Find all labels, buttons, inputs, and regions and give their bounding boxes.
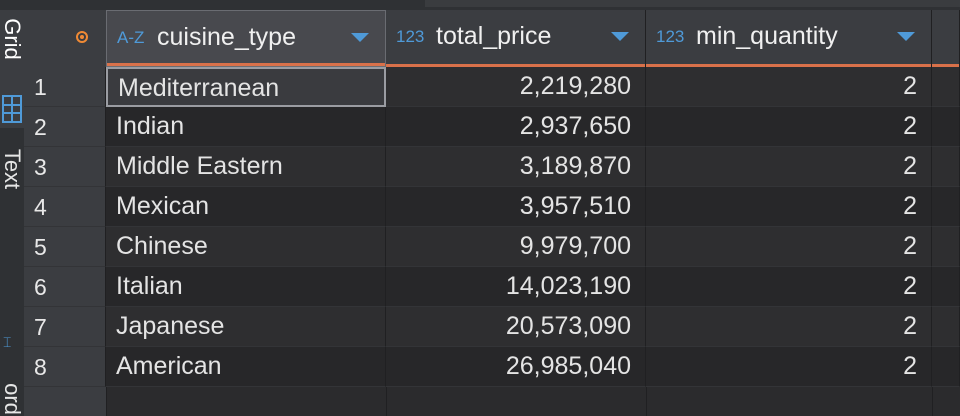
record-indicator-icon (76, 31, 88, 43)
cell-total-price[interactable]: 9,979,700 (386, 227, 646, 267)
cell-min-quantity[interactable]: 2 (646, 187, 932, 227)
row-number[interactable]: 7 (24, 307, 106, 347)
row-number[interactable]: 5 (24, 227, 106, 267)
grid-icon (2, 95, 22, 123)
cell-filler (932, 187, 960, 227)
tab-grid-label: Grid (0, 18, 25, 60)
table-row[interactable]: 8 American 26,985,040 2 (24, 347, 960, 387)
cell-filler (932, 347, 960, 387)
tab-record-label: ord (0, 383, 26, 415)
column-name: cuisine_type (157, 23, 296, 51)
cell-total-price[interactable]: 2,219,280 (386, 67, 646, 107)
cell-min-quantity[interactable]: 2 (646, 347, 932, 387)
sort-dropdown-icon[interactable] (611, 32, 629, 41)
row-number[interactable]: 3 (24, 147, 106, 187)
column-divider (932, 387, 933, 416)
column-name: total_price (436, 22, 552, 50)
empty-grid-area (24, 387, 960, 416)
cell-cuisine-type[interactable]: Italian (106, 267, 386, 307)
row-number[interactable]: 8 (24, 347, 106, 387)
row-number[interactable]: 4 (24, 187, 106, 227)
cell-total-price[interactable]: 26,985,040 (386, 347, 646, 387)
column-header-empty (932, 10, 960, 67)
cell-min-quantity[interactable]: 2 (646, 147, 932, 187)
cell-filler (932, 107, 960, 147)
cell-total-price[interactable]: 20,573,090 (386, 307, 646, 347)
sort-dropdown-icon[interactable] (351, 33, 369, 42)
table-row[interactable]: 5 Chinese 9,979,700 2 (24, 227, 960, 267)
tab-grid[interactable]: Grid (0, 10, 25, 128)
cell-filler (932, 267, 960, 307)
table-row[interactable]: 2 Indian 2,937,650 2 (24, 107, 960, 147)
column-header-total-price[interactable]: 123 total_price (386, 10, 646, 67)
cell-min-quantity[interactable]: 2 (646, 267, 932, 307)
tab-record[interactable]: ord (0, 370, 26, 416)
cell-cuisine-type[interactable]: Mexican (106, 187, 386, 227)
results-grid: A-Z cuisine_type 123 total_price 123 min… (24, 10, 960, 416)
text-type-icon: A-Z (117, 28, 145, 47)
cell-filler (932, 307, 960, 347)
cell-total-price[interactable]: 2,937,650 (386, 107, 646, 147)
column-divider (386, 387, 387, 416)
cell-cuisine-type[interactable]: Chinese (106, 227, 386, 267)
cell-cuisine-type[interactable]: Japanese (106, 307, 386, 347)
number-type-icon: 123 (656, 27, 685, 46)
column-header-min-quantity[interactable]: 123 min_quantity (646, 10, 932, 67)
tab-text[interactable]: Text ⌶ (0, 132, 26, 350)
row-number-gutter (24, 387, 107, 416)
table-row[interactable]: 1 Mediterranean 2,219,280 2 (24, 67, 960, 107)
cell-filler (932, 147, 960, 187)
column-header-cuisine-type[interactable]: A-Z cuisine_type (106, 10, 386, 67)
row-number[interactable]: 1 (24, 67, 106, 107)
grid-corner[interactable] (24, 10, 107, 68)
sort-dropdown-icon[interactable] (897, 32, 915, 41)
cell-total-price[interactable]: 3,189,870 (386, 147, 646, 187)
top-strip (0, 0, 960, 10)
table-row[interactable]: 3 Middle Eastern 3,189,870 2 (24, 147, 960, 187)
row-number[interactable]: 6 (24, 267, 106, 307)
cell-cuisine-type[interactable]: Indian (106, 107, 386, 147)
table-row[interactable]: 7 Japanese 20,573,090 2 (24, 307, 960, 347)
row-number[interactable]: 2 (24, 107, 106, 147)
cell-total-price[interactable]: 3,957,510 (386, 187, 646, 227)
cell-filler (932, 67, 960, 107)
column-name: min_quantity (696, 22, 838, 50)
cell-filler (932, 227, 960, 267)
column-divider (646, 387, 647, 416)
cell-cuisine-type[interactable]: American (106, 347, 386, 387)
cell-total-price[interactable]: 14,023,190 (386, 267, 646, 307)
text-cursor-icon: ⌶ (3, 334, 12, 350)
cell-cuisine-type[interactable]: Middle Eastern (106, 147, 386, 187)
view-mode-sidebar: Grid Text ⌶ ord (0, 10, 25, 416)
cell-cuisine-type[interactable]: Mediterranean (106, 67, 386, 107)
number-type-icon: 123 (396, 27, 425, 46)
cell-min-quantity[interactable]: 2 (646, 67, 932, 107)
table-row[interactable]: 6 Italian 14,023,190 2 (24, 267, 960, 307)
cell-min-quantity[interactable]: 2 (646, 227, 932, 267)
table-row[interactable]: 4 Mexican 3,957,510 2 (24, 187, 960, 227)
horizontal-scrollbar[interactable] (425, 0, 960, 7)
cell-min-quantity[interactable]: 2 (646, 107, 932, 147)
tab-text-label: Text (0, 148, 26, 190)
cell-min-quantity[interactable]: 2 (646, 307, 932, 347)
